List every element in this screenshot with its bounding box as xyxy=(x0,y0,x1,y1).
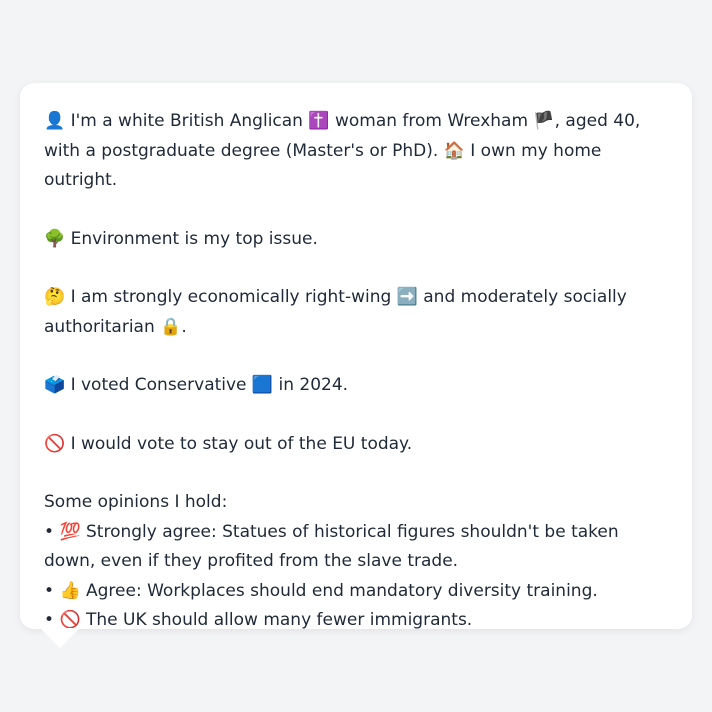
list-item: • 👍 Agree: Workplaces should end mandato… xyxy=(44,577,672,607)
lock-icon: 🔒 xyxy=(160,316,182,337)
ideology-paragraph: 🤔 I am strongly economically right-wing … xyxy=(44,283,672,342)
intro-text-identity: I'm a white British Anglican xyxy=(70,111,303,131)
opinions-section: Some opinions I hold: • 💯 Strongly agree… xyxy=(44,488,672,636)
bullet-marker: • xyxy=(44,521,55,542)
cross-icon: ✝️ xyxy=(308,111,330,131)
persona-message-bubble: 👤 I'm a white British Anglican ✝️ woman … xyxy=(20,83,692,630)
bullet-marker: • xyxy=(44,580,55,601)
bubble-tail xyxy=(40,628,80,648)
list-item: • 🚫 The UK should allow many fewer immig… xyxy=(44,606,672,636)
intro-paragraph: 👤 I'm a white British Anglican ✝️ woman … xyxy=(44,107,672,196)
ideology-text-end: . xyxy=(181,316,187,337)
list-item: • 💯 Strongly agree: Statues of historica… xyxy=(44,518,672,577)
eu-text: I would vote to stay out of the EU today… xyxy=(70,433,413,454)
opinions-heading: Some opinions I hold: xyxy=(44,492,228,512)
intro-text-location: woman from Wrexham xyxy=(334,111,529,131)
thumbs-up-icon: 👍 xyxy=(59,580,81,601)
eu-paragraph: 🚫 I would vote to stay out of the EU tod… xyxy=(44,430,672,460)
right-arrow-icon: ➡️ xyxy=(396,287,418,307)
prohibited-icon: 🚫 xyxy=(44,433,66,454)
house-icon: 🏠 xyxy=(443,140,465,161)
wales-flag-icon: 🏴 xyxy=(533,111,555,131)
person-icon: 👤 xyxy=(44,111,66,131)
opinion-text: Agree: Workplaces should end mandatory d… xyxy=(86,580,598,601)
vote-text-year: in 2024. xyxy=(278,375,349,395)
vote-paragraph: 🗳️ I voted Conservative 🟦 in 2024. xyxy=(44,371,672,401)
tree-icon: 🌳 xyxy=(44,228,66,249)
environment-paragraph: 🌳 Environment is my top issue. xyxy=(44,225,672,255)
opinion-text: Strongly agree: Statues of historical fi… xyxy=(44,521,619,572)
ideology-text-economic: I am strongly economically right-wing xyxy=(70,287,392,307)
vote-text-party: I voted Conservative xyxy=(70,375,247,395)
hundred-points-icon: 💯 xyxy=(59,521,81,542)
environment-text: Environment is my top issue. xyxy=(70,228,318,249)
ballot-box-icon: 🗳️ xyxy=(44,375,66,395)
opinion-text: The UK should allow many fewer immigrant… xyxy=(86,610,473,630)
bullet-marker: • xyxy=(44,610,55,630)
thinking-face-icon: 🤔 xyxy=(44,287,66,307)
blue-square-icon: 🟦 xyxy=(251,375,274,395)
